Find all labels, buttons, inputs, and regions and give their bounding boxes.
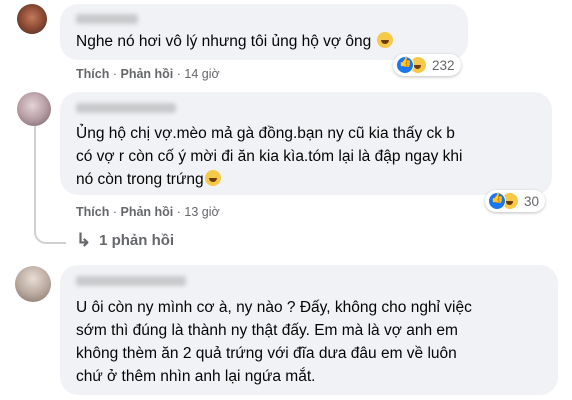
reaction-count: 232 — [432, 57, 455, 73]
like-icon — [396, 56, 414, 74]
comment-timestamp[interactable]: 13 giờ — [184, 205, 219, 219]
reply-link[interactable]: Phản hồi — [120, 205, 173, 219]
commenter-name-redacted[interactable] — [76, 276, 186, 286]
commenter-avatar[interactable] — [17, 92, 51, 126]
separator-dot: · — [176, 205, 181, 219]
commenter-avatar[interactable] — [15, 266, 51, 302]
laughing-emoji-icon — [376, 32, 393, 48]
comment-line: chứ ở thêm nhìn anh lại ngứa mắt. — [76, 368, 316, 385]
replies-count-label: 1 phản hồi — [99, 232, 175, 249]
comment-text: Ủng hộ chị vợ.mèo mả gà đồng.bạn ny cũ k… — [76, 122, 462, 191]
comment-text: U ôi còn ny mình cơ à, ny nào ? Đấy, khô… — [76, 296, 472, 388]
separator-dot: · — [176, 67, 181, 81]
comment-line: sớm thì đúng là thành ny thật đấy. Em mà… — [76, 322, 458, 339]
reaction-summary[interactable]: 232 — [393, 54, 461, 76]
commenter-name-redacted[interactable] — [76, 103, 176, 113]
reply-link[interactable]: Phản hồi — [120, 67, 173, 81]
like-icon — [488, 192, 506, 210]
reply-arrow-icon: ↳ — [76, 230, 92, 250]
view-replies-link[interactable]: ↳ 1 phản hồi — [76, 230, 174, 251]
separator-dot: · — [112, 67, 117, 81]
comment-line: U ôi còn ny mình cơ à, ny nào ? Đấy, khô… — [76, 299, 472, 316]
like-link[interactable]: Thích — [76, 205, 109, 219]
commenter-avatar[interactable] — [17, 4, 47, 34]
laughing-emoji-icon — [204, 170, 221, 186]
comment-line: Ủng hộ chị vợ.mèo mả gà đồng.bạn ny cũ k… — [76, 125, 455, 142]
like-link[interactable]: Thích — [76, 67, 109, 81]
comment-line-last: nó còn trong trứng — [76, 168, 462, 191]
comment-actions: Thích · Phản hồi · 14 giờ — [76, 67, 220, 81]
reaction-count: 30 — [524, 193, 540, 209]
comment-line: có vợ r còn cố ý mời đi ăn kia kìa.tóm l… — [76, 148, 463, 165]
reaction-summary[interactable]: 30 — [485, 190, 546, 212]
comment-text: Nghe nó hơi vô lý nhưng tôi ủng hộ vợ ôn… — [76, 30, 393, 53]
comment-line: không thèm ăn 2 quả trứng với đĩa dưa đâ… — [76, 345, 457, 362]
comment-timestamp[interactable]: 14 giờ — [184, 67, 219, 81]
comment-actions: Thích · Phản hồi · 13 giờ — [76, 205, 220, 219]
commenter-name-redacted[interactable] — [76, 14, 138, 24]
separator-dot: · — [112, 205, 117, 219]
